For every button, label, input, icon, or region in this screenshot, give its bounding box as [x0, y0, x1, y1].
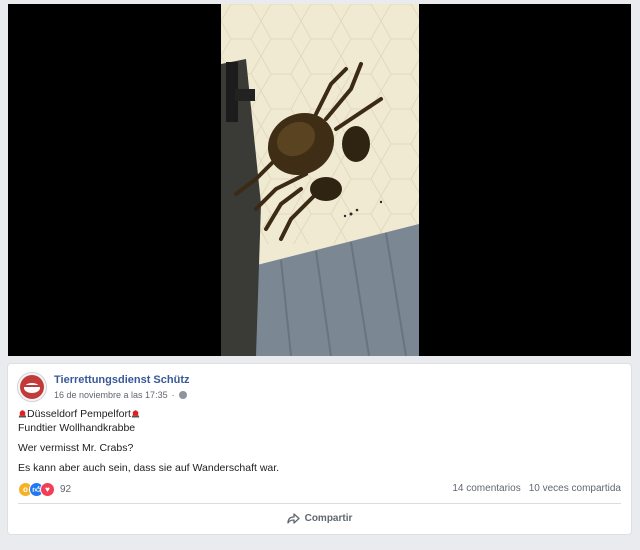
post-timestamp[interactable]: 16 de noviembre a las 17:35: [54, 390, 168, 400]
post-body: Düsseldorf Pempelfort Fundtier Wollhandk…: [18, 407, 618, 481]
reaction-count: 92: [60, 484, 72, 495]
post-line: Wer vermisst Mr. Crabs?: [18, 442, 134, 454]
comments-count-link[interactable]: 14 comentarios: [452, 483, 520, 494]
post-meta: 16 de noviembre a las 17:35 ·: [54, 390, 187, 400]
page-name-link[interactable]: Tierrettungsdienst Schütz: [54, 374, 189, 386]
post-stats: 14 comentarios 10 veces compartida: [452, 483, 621, 494]
share-label: Compartir: [304, 512, 353, 524]
love-icon: ♥: [40, 482, 55, 497]
video-player[interactable]: [8, 4, 631, 356]
police-light-icon: [131, 410, 139, 418]
reactions-summary[interactable]: o 👍︎ ♥ 92: [18, 482, 71, 497]
share-button[interactable]: Compartir: [18, 507, 621, 529]
avatar[interactable]: [17, 372, 47, 402]
post-line: Es kann aber auch sein, dass sie auf Wan…: [18, 462, 280, 474]
share-arrow-icon: [286, 512, 300, 524]
post-line: Düsseldorf Pempelfort: [18, 407, 618, 421]
post-line: Fundtier Wollhandkrabbe: [18, 422, 136, 434]
video-frame-crab: [221, 4, 419, 356]
globe-icon: [178, 391, 187, 399]
post-card: Tierrettungsdienst Schütz 16 de noviembr…: [8, 364, 631, 534]
shares-count-link[interactable]: 10 veces compartida: [529, 483, 621, 494]
police-light-icon: [18, 410, 27, 418]
divider: [18, 503, 621, 504]
